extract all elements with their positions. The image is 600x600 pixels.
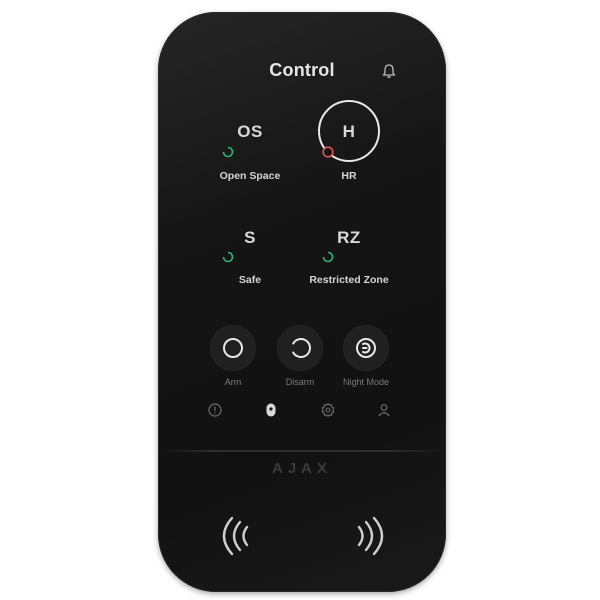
group-code: RZ xyxy=(337,228,361,247)
settings-icon[interactable] xyxy=(320,402,336,418)
bell-icon[interactable] xyxy=(380,62,398,80)
night-mode-label: Night Mode xyxy=(342,377,390,387)
arm-icon xyxy=(223,338,243,358)
screen-divider xyxy=(158,450,446,452)
user-icon[interactable] xyxy=(376,402,392,418)
arm-button[interactable] xyxy=(211,326,255,370)
status-indicator-icon xyxy=(222,146,234,158)
alarm-icon[interactable] xyxy=(207,402,223,418)
disarm-icon xyxy=(292,338,311,358)
keypad-device: Control OS Open Space H HR S Safe RZ Res… xyxy=(158,12,446,592)
status-indicator-icon xyxy=(222,251,234,263)
night-mode-icon xyxy=(356,338,376,358)
night-mode-button[interactable] xyxy=(344,326,388,370)
keypad-icon[interactable] xyxy=(263,402,279,418)
brand-logo: AJAX xyxy=(271,460,332,477)
group-name: HR xyxy=(341,170,357,182)
group-restricted-zone[interactable]: RZ Restricted Zone xyxy=(289,226,409,302)
group-name: Restricted Zone xyxy=(309,274,389,286)
group-hr[interactable]: H HR xyxy=(289,120,409,196)
nfc-right-icon xyxy=(357,516,384,556)
disarm-button[interactable] xyxy=(278,326,322,370)
status-indicator-icon xyxy=(322,146,334,158)
group-code: H xyxy=(342,122,356,141)
status-indicator-icon xyxy=(322,251,334,263)
nfc-left-icon xyxy=(222,516,249,556)
page-title: Control xyxy=(269,60,335,80)
